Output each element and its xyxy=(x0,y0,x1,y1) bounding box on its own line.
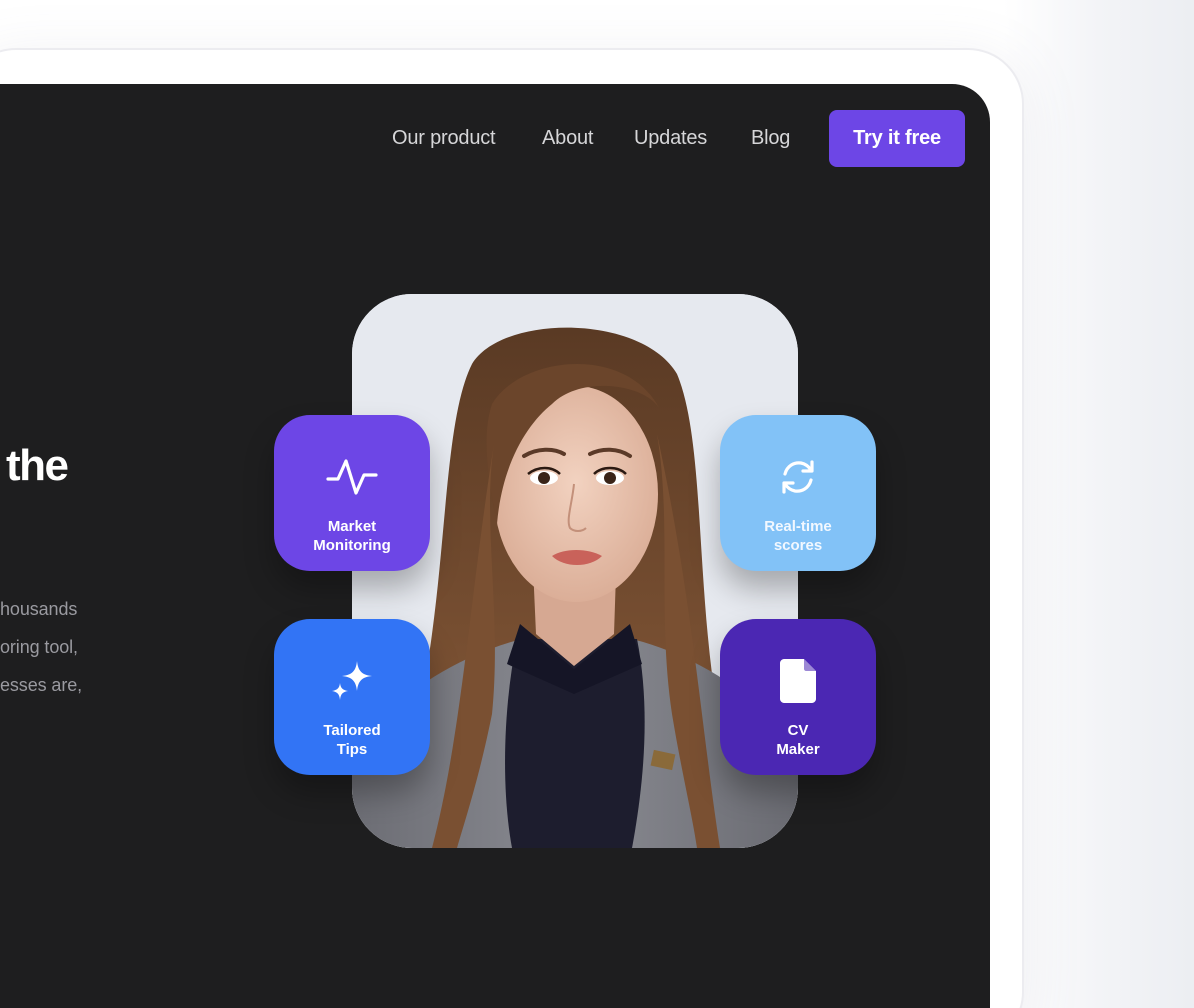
nav-link-our-product[interactable]: Our product xyxy=(392,127,496,150)
try-it-free-button[interactable]: Try it free xyxy=(829,110,965,167)
feature-label: Tailored Tips xyxy=(323,722,381,758)
stage: Our product About Updates Blog Try it fr… xyxy=(0,0,1194,1008)
feature-tile-market-monitoring[interactable]: Market Monitoring xyxy=(274,415,430,571)
hero-body-line: oring tool, xyxy=(0,637,78,657)
hero-body-line: esses are, xyxy=(0,675,83,695)
refresh-icon xyxy=(778,455,818,499)
hero-body-line: housands xyxy=(0,599,78,619)
feature-tile-real-time-scores[interactable]: Real-time scores xyxy=(720,415,876,571)
feature-tile-tailored-tips[interactable]: Tailored Tips xyxy=(274,619,430,775)
sparkle-icon xyxy=(330,659,374,703)
hero-title: the xyxy=(6,441,69,490)
feature-label: CV Maker xyxy=(776,722,820,758)
nav-link-about[interactable]: About xyxy=(542,127,593,150)
feature-label: Market Monitoring xyxy=(313,518,391,554)
nav-link-blog[interactable]: Blog xyxy=(751,127,790,150)
feature-tile-cv-maker[interactable]: CV Maker xyxy=(720,619,876,775)
nav-link-updates[interactable]: Updates xyxy=(634,127,707,150)
pulse-icon xyxy=(326,455,378,499)
document-icon xyxy=(780,659,816,703)
feature-label: Real-time scores xyxy=(764,518,832,554)
